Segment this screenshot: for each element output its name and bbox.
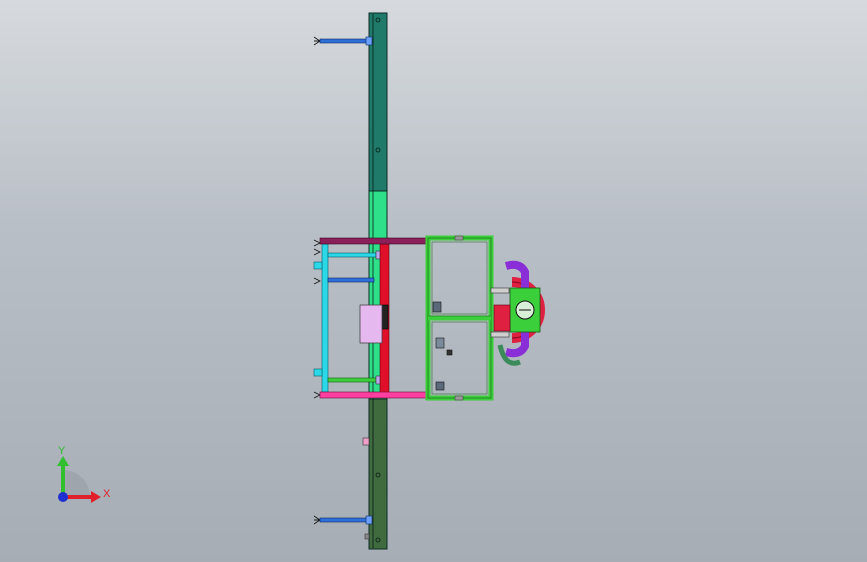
pump-flange [490, 287, 510, 294]
triad-quadrant [63, 470, 90, 497]
beam-bracket [364, 533, 370, 540]
beam-bracket [362, 437, 370, 446]
coordinate-triad: Y X [57, 445, 111, 503]
y-axis-label: Y [58, 445, 66, 457]
top-maroon-rail [319, 237, 431, 245]
x-axis-label: X [103, 488, 111, 500]
pump-assembly [490, 260, 545, 366]
bottom-pink-rail [319, 391, 431, 399]
pump-flange [490, 331, 510, 338]
z-axis-origin [58, 492, 68, 502]
pump-motor [493, 304, 511, 332]
beam-mid-segment [368, 190, 388, 240]
right-green-frame [425, 235, 494, 401]
bottom-rod [313, 515, 373, 525]
top-rod [313, 36, 373, 46]
lilac-box [359, 304, 383, 344]
cad-viewport[interactable]: Y X [0, 0, 867, 562]
beam-bottom-segment [368, 398, 388, 550]
